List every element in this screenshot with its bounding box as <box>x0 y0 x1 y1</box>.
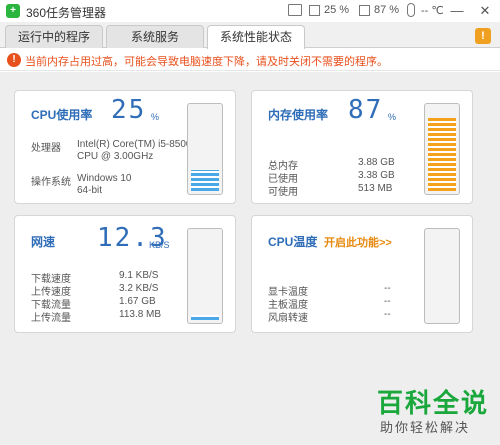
network-card-title: 网速 <box>31 235 56 249</box>
memory-available-value: 513 MB <box>358 183 393 194</box>
processor-line2: CPU @ 3.00GHz <box>77 151 154 162</box>
cpu-gauge <box>187 103 223 195</box>
memory-available-label: 可使用 <box>268 187 298 198</box>
temperature-readout: -- ℃ <box>421 5 444 17</box>
temperature-gauge <box>424 228 460 324</box>
memory-gauge <box>424 103 460 195</box>
tab-system-performance[interactable]: 系统性能状态 <box>207 25 305 49</box>
memory-usage-unit: % <box>388 112 397 122</box>
cpu-icon <box>309 5 320 16</box>
title-bar: + 360任务管理器 25 % 87 % -- ℃ — ✕ <box>0 0 500 22</box>
app-logo-icon: + <box>6 4 20 18</box>
cpu-card: CPU使用率 25 % 处理器 Intel(R) Core(TM) i5-850… <box>14 90 236 204</box>
memory-card: 内存使用率 87 % 总内存 3.88 GB 已使用 3.38 GB 可使用 5… <box>251 90 473 204</box>
thermometer-icon <box>407 3 415 17</box>
os-label: 操作系统 <box>31 177 71 188</box>
memory-icon <box>359 5 370 16</box>
memory-total-value: 3.88 GB <box>358 157 395 168</box>
upload-traffic-value: 113.8 MB <box>119 309 162 320</box>
download-traffic-value: 1.67 GB <box>119 296 156 307</box>
temperature-card-title: CPU温度 <box>268 235 318 249</box>
upload-speed-value: 3.2 KB/S <box>119 283 159 294</box>
board-temp-value: -- <box>384 296 391 307</box>
cpu-usage-readout: 25 % <box>324 4 350 16</box>
close-button[interactable]: ✕ <box>474 1 496 21</box>
cpu-usage-value: 25 <box>111 95 147 125</box>
cpu-card-title: CPU使用率 <box>31 108 93 122</box>
cpu-usage-unit: % <box>151 112 160 122</box>
memory-gauge-fill <box>428 118 456 191</box>
fan-speed-value: -- <box>384 309 391 320</box>
cpu-gauge-fill <box>191 170 219 191</box>
enable-temperature-link[interactable]: 开启此功能>> <box>324 234 392 250</box>
memory-usage-readout: 87 % <box>374 4 400 16</box>
minimize-button[interactable]: — <box>446 1 468 21</box>
network-gauge-fill <box>191 315 219 320</box>
tab-running-programs[interactable]: 运行中的程序 <box>5 25 103 48</box>
download-speed-value: 9.1 KB/S <box>119 270 159 281</box>
gpu-temp-value: -- <box>384 283 391 294</box>
os-line2: 64-bit <box>77 185 103 196</box>
performance-panel: CPU使用率 25 % 处理器 Intel(R) Core(TM) i5-850… <box>0 72 500 445</box>
network-card: 网速 12.3 KB/S 下载速度 9.1 KB/S 上传速度 3.2 KB/S… <box>14 215 236 333</box>
warning-icon: ! <box>7 53 21 67</box>
processor-line1: Intel(R) Core(TM) i5-8500 <box>77 139 192 150</box>
watermark-subtitle: 助你轻松解决 <box>380 420 471 435</box>
monitor-icon[interactable] <box>288 4 302 16</box>
watermark-title: 百科全说 <box>377 388 490 418</box>
memory-usage-value: 87 <box>348 95 384 125</box>
warning-bar: ! 当前内存占用过高，可能会导致电脑速度下降，请及时关闭不需要的程序。 <box>0 49 500 71</box>
memory-used-value: 3.38 GB <box>358 170 395 181</box>
os-line1: Windows 10 <box>77 173 132 184</box>
processor-label: 处理器 <box>31 143 61 154</box>
window-title: 360任务管理器 <box>26 6 107 20</box>
memory-card-title: 内存使用率 <box>268 108 329 122</box>
network-speed-unit: KB/S <box>149 240 170 250</box>
upload-traffic-label: 上传流量 <box>31 313 71 324</box>
temperature-card: CPU温度 开启此功能>> 显卡温度 -- 主板温度 -- 风扇转速 -- <box>251 215 473 333</box>
warning-text: 当前内存占用过高，可能会导致电脑速度下降，请及时关闭不需要的程序。 <box>25 56 388 68</box>
fan-speed-label: 风扇转速 <box>268 313 308 324</box>
network-gauge <box>187 228 223 324</box>
alert-icon[interactable]: ! <box>475 28 491 44</box>
tab-bar: 运行中的程序 系统服务 系统性能状态 ! <box>0 22 500 49</box>
tab-system-services[interactable]: 系统服务 <box>106 25 204 48</box>
